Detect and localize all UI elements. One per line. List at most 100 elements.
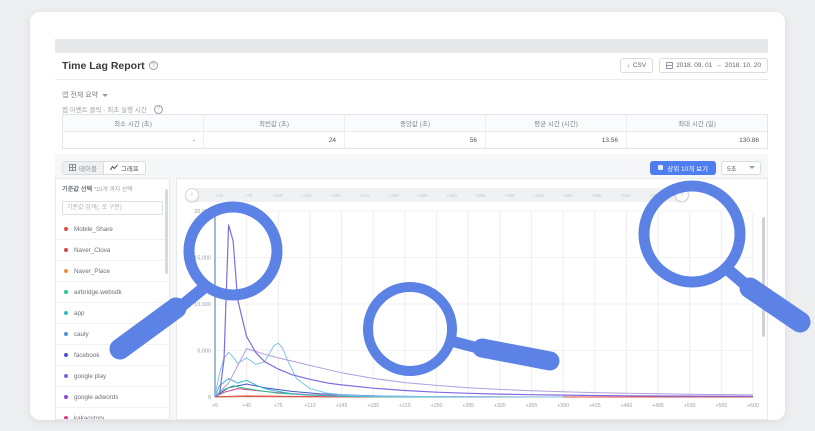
x-tick-label: +5 [212,403,218,409]
y-tick-label: 20,000 [194,209,211,215]
calendar-icon [666,62,673,69]
legend-item-label: Naver_Clova [74,247,110,254]
x-tick-label: +40 [242,403,251,409]
chart-scrollbar[interactable] [762,217,765,337]
x-tick-label: +145 [336,403,348,409]
summary-col-value: 56 [345,132,486,148]
legend-item-label: app [74,310,85,317]
series-color-dot [64,290,68,294]
x-tick-label: +460 [621,403,633,409]
series-line-google-play [215,225,753,397]
legend-item-naver-place[interactable]: Naver_Place [56,261,169,282]
x-tick-label: +285 [462,403,474,409]
x-tick-label: +75 [274,403,283,409]
navigator-tick-label: +110 [263,193,292,198]
summary-col-value: 130.86 [627,132,767,148]
line-chart-svg: 05,00010,00015,00020,000+5+40+75+110+145… [183,205,761,413]
legend-item-kakaostory[interactable]: kakaostory [56,408,169,420]
legend-list: Mobile_Share Naver_Clova Naver_Placeairbri… [56,219,169,420]
legend-item-naver-clova[interactable]: Naver_Clova [56,240,169,261]
y-tick-label: 5,000 [197,349,211,355]
navigator-tick-label: +75 [234,193,263,198]
navigator-tick-label: +355 [466,193,495,198]
square-icon [658,165,663,170]
chart-panel: +40+75+110+145+180+215+250+285+320+355+3… [176,178,768,420]
series-color-dot [64,395,68,399]
table-view-toggle[interactable]: 테이블 [62,161,104,175]
x-tick-label: +250 [431,403,443,409]
series-color-dot [64,416,68,420]
series-color-dot [64,311,68,315]
legend-item-google-play[interactable]: google play [56,366,169,387]
navigator-tick-label: +390 [495,193,524,198]
legend-item-label: cauly [74,331,89,338]
legend-item-label: Mobile_Share [74,226,113,233]
metric-subtitle: 앱 이벤트 클릭 - 최초 실행 시간 ? [62,104,163,114]
y-tick-label: 15,000 [194,256,211,262]
legend-search-input[interactable] [62,201,163,215]
legend-scrollbar[interactable] [165,189,168,274]
summary-col-value: 13.56 [486,132,627,148]
series-color-dot [64,227,68,231]
summary-col-header: 평균 시간 (시간) [486,115,627,131]
legend-item-app[interactable]: app [56,303,169,324]
report-body-section: 테이블 그래프 상위 10개 보기 5초 기준값 선택 *10개 까지 선택 [55,154,768,420]
navigator-tick-label: +320 [437,193,466,198]
top-values-button-label: 상위 10개 보기 [667,163,708,173]
top-values-button[interactable]: 상위 10개 보기 [650,161,716,175]
summary-col-value: 24 [204,132,345,148]
legend-item-label: facebook [74,352,100,359]
date-range-picker[interactable]: 2018. 09. 01 → 2018. 10. 20 [659,58,768,73]
navigator-right-handle[interactable]: › [675,188,689,202]
summary-col-header: 중앙값 (초) [345,115,486,131]
navigator-tick-label: +565 [640,193,669,198]
page-title: Time Lag Report [62,60,145,72]
line-chart-icon [110,164,118,171]
x-tick-label: +495 [652,403,664,409]
summary-table-header-row: 최소 시간 (초)최빈값 (초)중앙값 (초)평균 시간 (시간)최대 시간 (… [63,115,767,132]
x-tick-label: +215 [399,403,411,409]
legend-item-airbridge-websdk[interactable]: airbridge.websdk [56,282,169,303]
csv-export-button[interactable]: ↓ CSV [620,58,654,73]
x-tick-label: +390 [557,403,569,409]
legend-item-facebook[interactable]: facebook [56,345,169,366]
graph-toggle-label: 그래프 [121,163,139,173]
metric-subtitle-text: 앱 이벤트 클릭 - 최초 실행 시간 [62,104,147,114]
navigator-tick-label: +495 [582,193,611,198]
x-tick-label: +355 [526,403,538,409]
x-tick-label: +180 [367,403,379,409]
chart-range-navigator[interactable]: +40+75+110+145+180+215+250+285+320+355+3… [187,188,687,202]
interval-chevron-down-icon [749,166,755,169]
legend-title-text: 기준값 선택 [62,186,92,193]
legend-item-mobile-share[interactable]: Mobile_Share [56,219,169,240]
summary-col-header: 최대 시간 (일) [627,115,767,131]
summary-col-value: - [63,132,204,148]
summary-col-header: 최빈값 (초) [204,115,345,131]
navigator-tick-label: +250 [379,193,408,198]
date-end: 2018. 10. 20 [725,62,761,69]
legend-panel-title: 기준값 선택 *10개 까지 선택 [56,179,169,196]
legend-item-label: airbridge.websdk [74,289,122,296]
legend-item-google-adwords[interactable]: google adwords [56,387,169,408]
navigator-tick-label: +285 [408,193,437,198]
table-toggle-label: 테이블 [79,163,97,173]
subtitle-info-icon[interactable]: ? [154,105,163,114]
date-arrow-icon: → [715,62,722,69]
y-tick-label: 0 [208,395,211,401]
series-color-dot [64,353,68,357]
info-icon[interactable]: ? [149,61,158,70]
x-tick-label: +320 [494,403,506,409]
navigator-tick-label: +180 [321,193,350,198]
series-line-google-adwords [215,349,753,397]
x-tick-label: +425 [589,403,601,409]
graph-view-toggle[interactable]: 그래프 [104,161,146,175]
legend-item-cauly[interactable]: cauly [56,324,169,345]
app-filter-dropdown[interactable]: 앱 전체 요약 [62,90,108,100]
report-header: Time Lag Report ? ↓ CSV 2018. 09. 01 → 2… [55,58,768,80]
navigator-tick-label: +40 [205,193,234,198]
download-icon: ↓ [627,62,630,69]
interval-select[interactable]: 5초 [721,161,761,175]
navigator-left-handle[interactable]: ‹ [185,188,199,202]
legend-hint-text: *10개 까지 선택 [94,187,133,193]
x-tick-label: +565 [716,403,728,409]
